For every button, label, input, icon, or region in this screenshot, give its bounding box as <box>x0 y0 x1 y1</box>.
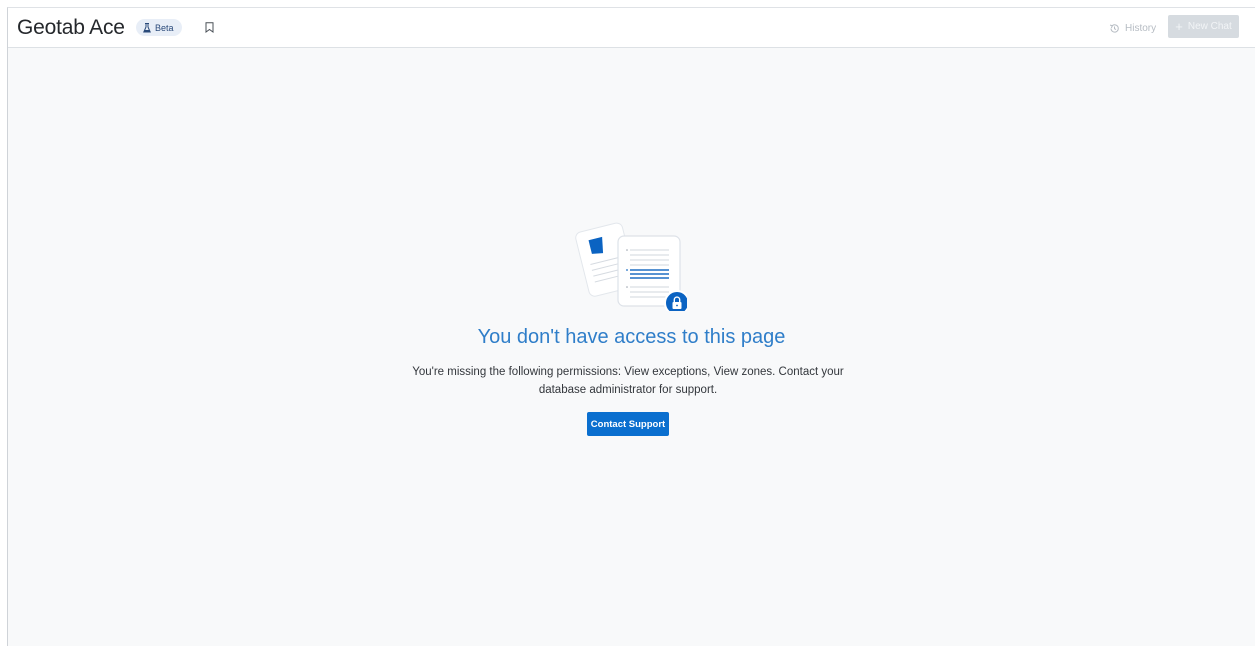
beta-badge: Beta <box>136 19 182 36</box>
locked-documents-illustration <box>575 222 687 311</box>
app-frame: Geotab Ace Beta History + New Chat You d… <box>7 7 1255 646</box>
app-header: Geotab Ace Beta History + New Chat <box>8 8 1255 48</box>
new-chat-button[interactable]: + New Chat <box>1168 15 1239 38</box>
access-denied-title: You don't have access to this page <box>477 326 786 348</box>
flask-icon <box>143 22 151 32</box>
history-button[interactable]: History <box>1109 19 1156 37</box>
bookmark-icon[interactable] <box>205 22 214 33</box>
beta-label: Beta <box>155 22 174 33</box>
history-icon <box>1109 23 1119 33</box>
plus-icon: + <box>1175 19 1183 34</box>
missing-permissions-message: You're missing the following permissions… <box>412 366 844 396</box>
contact-support-button[interactable]: Contact Support <box>587 412 669 436</box>
history-label: History <box>1125 22 1157 34</box>
app-title: Geotab Ace <box>17 16 125 39</box>
new-chat-label: New Chat <box>1187 21 1232 32</box>
